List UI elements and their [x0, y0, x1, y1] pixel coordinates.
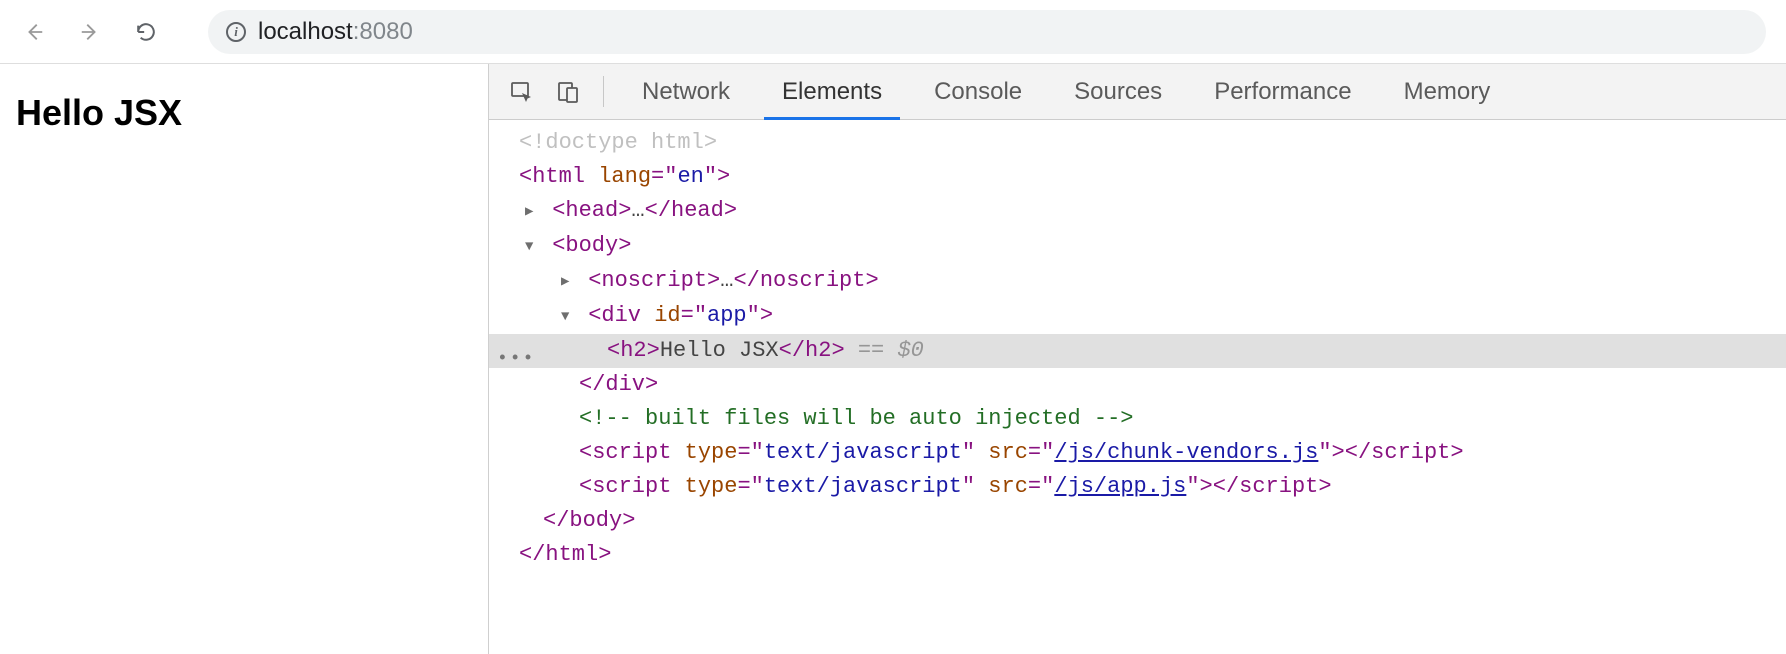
- tab-sources[interactable]: Sources: [1048, 64, 1188, 119]
- devices-icon: [556, 80, 580, 104]
- inspect-icon: [510, 80, 534, 104]
- elements-tree[interactable]: <!doctype html> <html lang="en"> ▶ <head…: [489, 120, 1786, 654]
- page-heading: Hello JSX: [16, 92, 472, 134]
- dom-comment[interactable]: <!-- built files will be auto injected -…: [489, 402, 1786, 436]
- dom-body-open[interactable]: ▼ <body>: [489, 229, 1786, 264]
- dom-div-app-open[interactable]: ▼ <div id="app">: [489, 299, 1786, 334]
- back-button[interactable]: [20, 18, 48, 46]
- site-info-icon[interactable]: i: [226, 22, 246, 42]
- tab-console[interactable]: Console: [908, 64, 1048, 119]
- address-bar[interactable]: i localhost:8080: [208, 10, 1766, 54]
- tab-elements[interactable]: Elements: [756, 64, 908, 119]
- dom-doctype[interactable]: <!doctype html>: [489, 126, 1786, 160]
- reload-icon: [135, 21, 157, 43]
- dom-html-open[interactable]: <html lang="en">: [489, 160, 1786, 194]
- collapse-toggle-icon[interactable]: ▼: [525, 230, 539, 264]
- devtools-tabbar: Network Elements Console Sources Perform…: [489, 64, 1786, 120]
- inspect-element-button[interactable]: [499, 64, 545, 119]
- tab-network[interactable]: Network: [616, 64, 756, 119]
- url-host: localhost: [258, 18, 353, 45]
- expand-toggle-icon[interactable]: ▶: [525, 195, 539, 229]
- dom-body-close[interactable]: </body>: [489, 504, 1786, 538]
- url-port: :8080: [353, 18, 413, 45]
- browser-toolbar: i localhost:8080: [0, 0, 1786, 64]
- arrow-left-icon: [23, 21, 45, 43]
- dom-script-1[interactable]: <script type="text/javascript" src="/js/…: [489, 436, 1786, 470]
- rendered-page: Hello JSX: [0, 64, 489, 654]
- tab-performance[interactable]: Performance: [1188, 64, 1377, 119]
- dom-h2-selected[interactable]: ••• <h2>Hello JSX</h2> == $0: [489, 334, 1786, 368]
- reload-button[interactable]: [132, 18, 160, 46]
- content-row: Hello JSX Network Elements Console Sourc…: [0, 64, 1786, 654]
- dom-script-2[interactable]: <script type="text/javascript" src="/js/…: [489, 470, 1786, 504]
- url-text: localhost:8080: [258, 18, 413, 46]
- dom-div-app-close[interactable]: </div>: [489, 368, 1786, 402]
- dom-html-close[interactable]: </html>: [489, 538, 1786, 572]
- devtools-panel: Network Elements Console Sources Perform…: [489, 64, 1786, 654]
- collapse-toggle-icon[interactable]: ▼: [561, 300, 575, 334]
- arrow-right-icon: [79, 21, 101, 43]
- dom-noscript[interactable]: ▶ <noscript>…</noscript>: [489, 264, 1786, 299]
- expand-toggle-icon[interactable]: ▶: [561, 265, 575, 299]
- dom-head[interactable]: ▶ <head>…</head>: [489, 194, 1786, 229]
- tabbar-separator: [603, 76, 604, 107]
- device-toolbar-button[interactable]: [545, 64, 591, 119]
- forward-button[interactable]: [76, 18, 104, 46]
- tab-memory[interactable]: Memory: [1378, 64, 1517, 119]
